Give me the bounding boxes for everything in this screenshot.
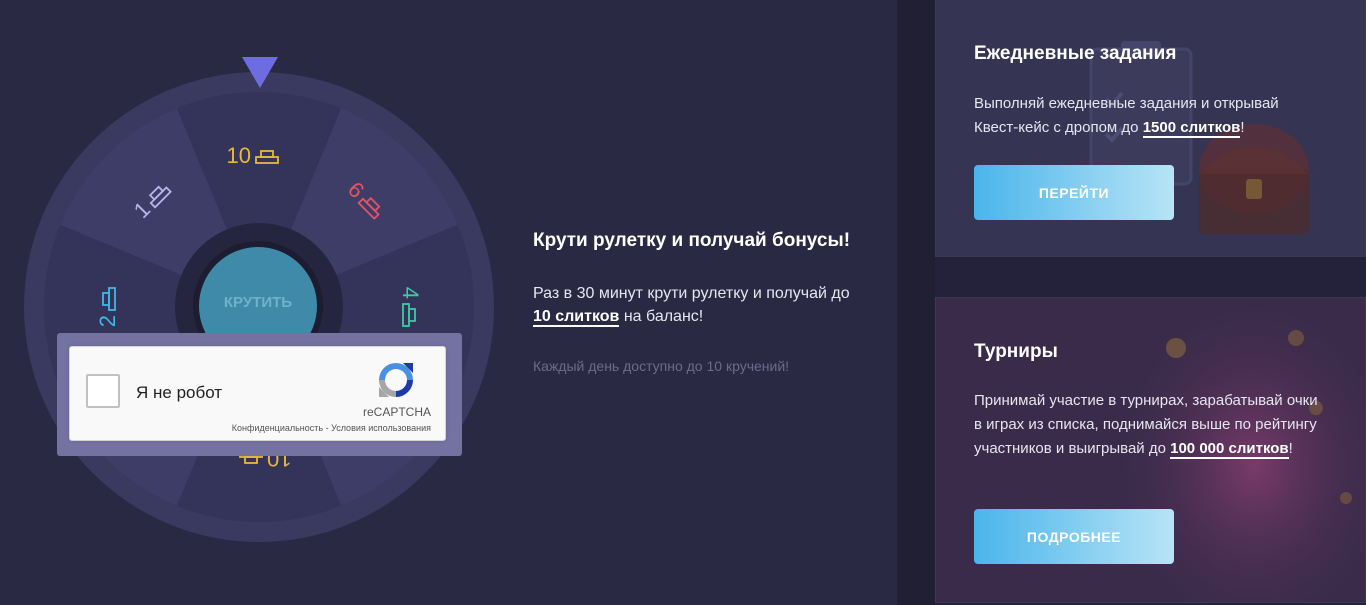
tournaments-title: Турниры	[974, 341, 1058, 362]
daily-tasks-card: Ежедневные задания Выполняй ежедневные з…	[935, 0, 1366, 257]
recaptcha-widget: Я не робот reCAPTCHA Конфиденциальность …	[69, 346, 446, 441]
captcha-checkbox[interactable]	[86, 374, 120, 408]
tournaments-description: Принимай участие в турнирах, зарабатывай…	[974, 392, 1318, 459]
wheel-pointer	[242, 57, 278, 88]
roulette-panel: 1064410221 КРУТИТЬ Я не робот reCAPTCHA …	[0, 0, 897, 605]
tournaments-more-button[interactable]: ПОДРОБНЕЕ	[974, 509, 1174, 564]
daily-tasks-go-button[interactable]: ПЕРЕЙТИ	[974, 165, 1174, 220]
captcha-label: Я не робот	[136, 383, 223, 402]
promo-title: Крути рулетку и получай бонусы!	[533, 230, 851, 251]
spin-button-label: КРУТИТЬ	[223, 293, 293, 311]
segment-value: 10	[227, 143, 251, 168]
terms-link[interactable]: Условия использования	[331, 423, 431, 433]
promo-highlight: 10 слитков	[533, 308, 620, 327]
promo-description: Раз в 30 минут крути рулетку и получай д…	[533, 285, 850, 327]
recaptcha-logo-icon	[379, 363, 413, 397]
roulette-promo: Крути рулетку и получай бонусы! Раз в 30…	[533, 230, 863, 378]
daily-tasks-title: Ежедневные задания	[974, 43, 1177, 64]
recaptcha-links: Конфиденциальность - Условия использован…	[232, 423, 431, 433]
promo-note: Каждый день доступно до 10 кручений!	[533, 358, 790, 374]
recaptcha-brand: reCAPTCHA	[363, 405, 432, 419]
links-separator: -	[323, 423, 332, 433]
tournaments-card: Турниры Принимай участие в турнирах, зар…	[935, 297, 1366, 603]
daily-tasks-highlight: 1500 слитков	[1142, 119, 1241, 138]
daily-tasks-description: Выполняй ежедневные задания и открывай К…	[974, 95, 1279, 138]
privacy-link[interactable]: Конфиденциальность	[232, 423, 323, 433]
segment-value: 4	[398, 287, 423, 299]
column-divider	[897, 0, 935, 605]
segment-value: 2	[95, 315, 120, 327]
tournaments-highlight: 100 000 слитков	[1170, 440, 1289, 459]
